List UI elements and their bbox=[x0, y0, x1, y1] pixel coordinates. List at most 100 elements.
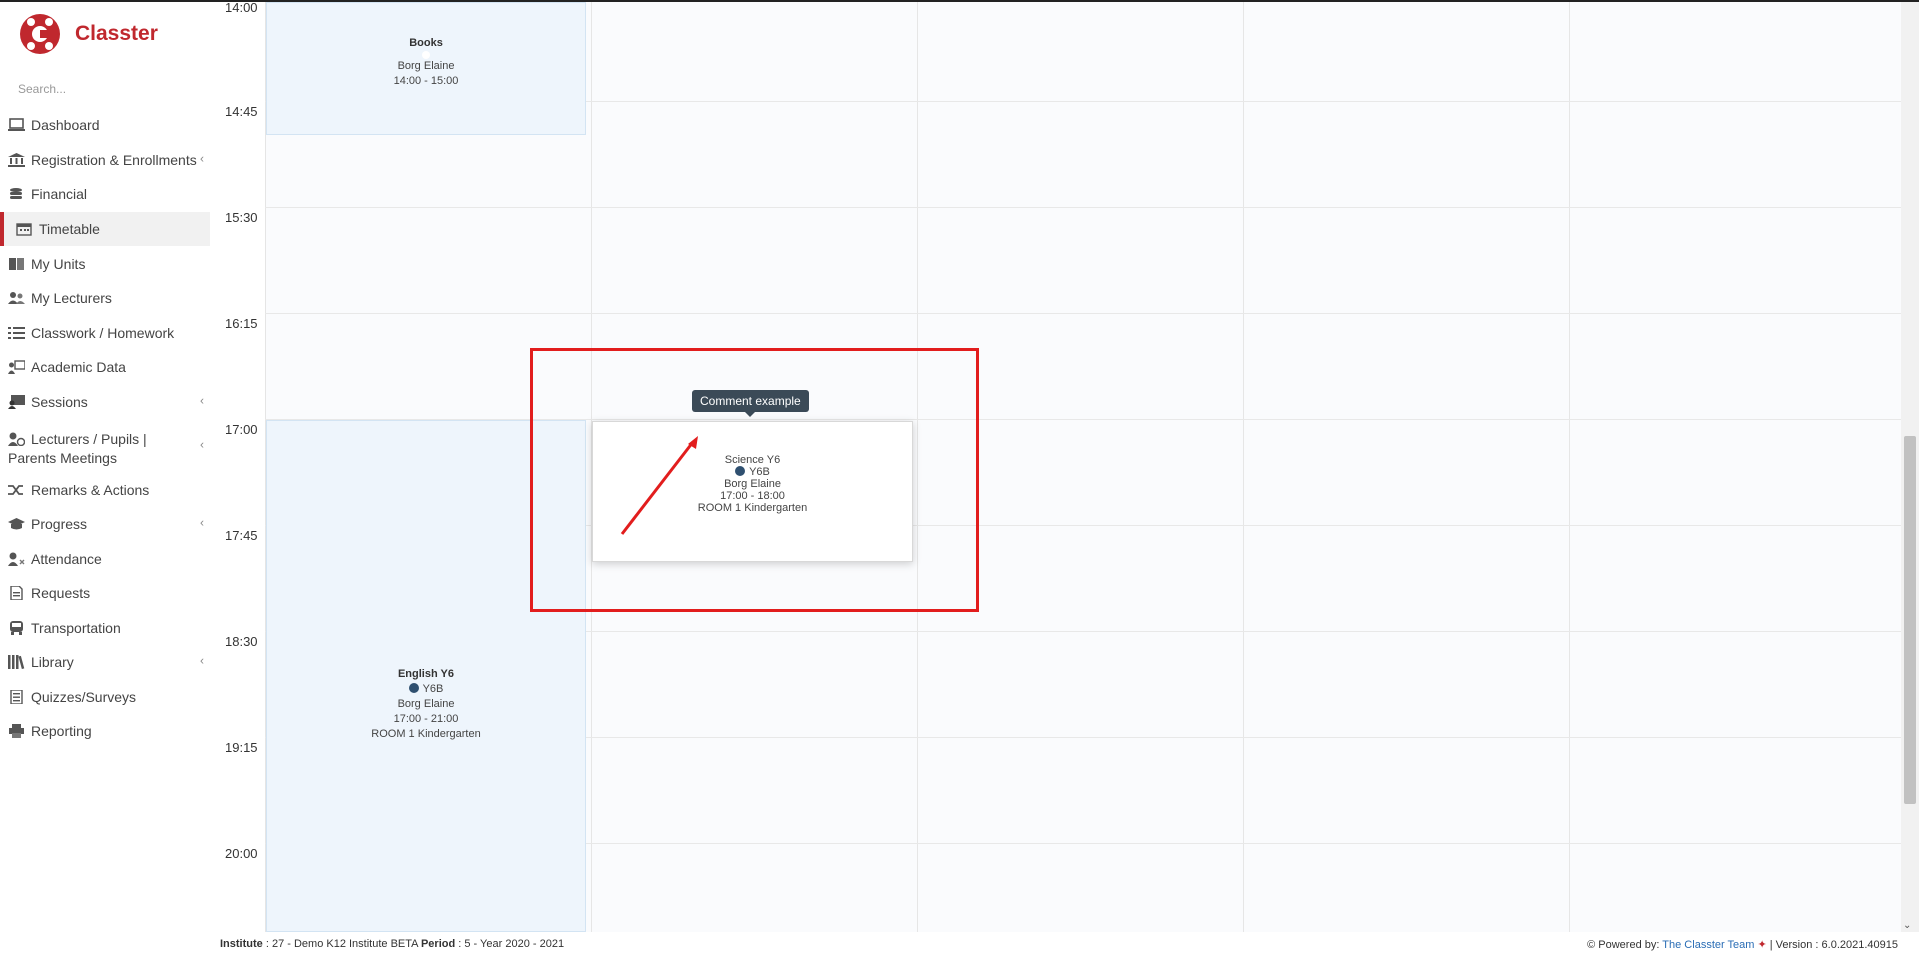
time-label: 16:15 bbox=[225, 316, 258, 331]
event-time: 17:00 - 21:00 bbox=[393, 713, 459, 725]
sidebar-item-my-lecturers[interactable]: My Lecturers bbox=[0, 281, 210, 315]
presentation-icon bbox=[8, 360, 25, 374]
sidebar-item-label: Financial bbox=[31, 186, 88, 202]
day-column[interactable] bbox=[1569, 2, 1901, 932]
chevron-left-icon: ‹ bbox=[200, 393, 204, 408]
powered-by: © Powered by: The Classter Team ✦ | Vers… bbox=[1587, 938, 1898, 951]
chevron-left-icon: ‹ bbox=[200, 653, 204, 668]
sidebar-item-label: Reporting bbox=[31, 723, 92, 739]
list-icon bbox=[10, 690, 23, 704]
sidebar-item-label: My Lecturers bbox=[31, 290, 112, 306]
time-label: 15:30 bbox=[225, 210, 258, 225]
sidebar-item-academic-data[interactable]: Academic Data bbox=[0, 350, 210, 384]
sidebar: Classter Dashboard Registration & Enroll… bbox=[0, 2, 211, 955]
time-label: 18:30 bbox=[225, 634, 258, 649]
brand-name[interactable]: Classter bbox=[75, 22, 158, 46]
sidebar-item-transportation[interactable]: Transportation bbox=[0, 611, 210, 645]
sidebar-item-label: My Units bbox=[31, 256, 86, 272]
team-link[interactable]: The Classter Team bbox=[1662, 939, 1754, 951]
classter-logo-icon[interactable] bbox=[18, 12, 62, 56]
sidebar-item-label: Remarks & Actions bbox=[31, 482, 150, 498]
day-column[interactable] bbox=[1243, 2, 1570, 932]
printer-icon bbox=[9, 724, 24, 738]
bus-icon bbox=[10, 621, 23, 635]
sidebar-item-label: Requests bbox=[31, 585, 91, 601]
chevron-left-icon: ‹ bbox=[200, 437, 204, 452]
sidebar-item-label: Lecturers / Pupils | Parents Meetings bbox=[8, 431, 147, 466]
time-label: 17:00 bbox=[225, 422, 258, 437]
institution-icon bbox=[8, 153, 25, 167]
sidebar-item-timetable[interactable]: Timetable bbox=[0, 212, 210, 246]
library-icon bbox=[8, 655, 25, 669]
file-icon bbox=[10, 586, 23, 600]
sidebar-item-label: Dashboard bbox=[31, 117, 100, 133]
sidebar-item-meetings[interactable]: Lecturers / Pupils | Parents Meetings ‹ bbox=[0, 420, 210, 466]
sidebar-item-library[interactable]: Library ‹ bbox=[0, 645, 210, 679]
calendar-icon bbox=[16, 223, 32, 236]
sidebar-item-label: Library bbox=[31, 654, 74, 670]
sidebar-item-label: Transportation bbox=[31, 620, 121, 636]
time-label: 17:45 bbox=[225, 528, 258, 543]
institute-value: : 27 - Demo K12 Institute BETA bbox=[265, 938, 418, 950]
class-dot-icon bbox=[408, 683, 419, 693]
version-text: | Version : 6.0.2021.40915 bbox=[1769, 939, 1898, 951]
sidebar-item-label: Attendance bbox=[31, 551, 102, 567]
sidebar-item-dashboard[interactable]: Dashboard bbox=[0, 108, 210, 142]
event-title: Books bbox=[409, 37, 443, 49]
user-times-icon bbox=[8, 552, 25, 566]
sidebar-item-requests[interactable]: Requests bbox=[0, 576, 210, 610]
random-icon bbox=[8, 485, 23, 495]
sidebar-item-attendance[interactable]: Attendance bbox=[0, 542, 210, 576]
event-lecturer: Borg Elaine bbox=[397, 60, 455, 72]
sidebar-item-label: Academic Data bbox=[31, 359, 126, 375]
institute-label: Institute bbox=[220, 938, 263, 950]
graduation-cap-icon bbox=[8, 518, 25, 530]
sidebar-item-progress[interactable]: Progress ‹ bbox=[0, 507, 210, 541]
chevron-left-icon: ‹ bbox=[200, 515, 204, 530]
time-label: 19:15 bbox=[225, 740, 258, 755]
sidebar-item-reporting[interactable]: Reporting bbox=[0, 714, 210, 748]
chevron-left-icon: ‹ bbox=[200, 151, 204, 166]
grid-line bbox=[265, 313, 1901, 314]
event-room: ROOM 1 Kindergarten bbox=[371, 728, 481, 740]
grid-line bbox=[265, 207, 1901, 208]
dot-icon bbox=[422, 51, 430, 59]
tasks-icon bbox=[8, 327, 25, 339]
search-input[interactable] bbox=[14, 78, 202, 100]
period-label: Period bbox=[420, 938, 456, 950]
footer: Institute : 27 - Demo K12 Institute BETA… bbox=[210, 932, 1919, 955]
sidebar-item-remarks[interactable]: Remarks & Actions bbox=[0, 473, 210, 507]
event-time: 14:00 - 15:00 bbox=[393, 75, 459, 87]
sidebar-item-my-units[interactable]: My Units bbox=[0, 247, 210, 281]
event-lecturer: Borg Elaine bbox=[397, 698, 455, 710]
laptop-icon bbox=[8, 118, 25, 131]
sidebar-item-label: Sessions bbox=[31, 394, 88, 410]
time-label: 14:45 bbox=[225, 104, 258, 119]
book-icon bbox=[9, 258, 24, 270]
sidebar-item-classwork[interactable]: Classwork / Homework bbox=[0, 316, 210, 350]
sidebar-item-label: Quizzes/Surveys bbox=[31, 689, 137, 705]
copyright-icon: © bbox=[1587, 939, 1596, 951]
sidebar-item-quizzes[interactable]: Quizzes/Surveys bbox=[0, 680, 210, 714]
chalkboard-icon bbox=[8, 395, 25, 409]
annotation-arrow-icon bbox=[620, 436, 698, 535]
powered-by-label: Powered by: bbox=[1598, 939, 1660, 951]
sidebar-item-label: Classwork / Homework bbox=[31, 325, 175, 341]
sidebar-item-sessions[interactable]: Sessions ‹ bbox=[0, 385, 210, 419]
timetable-calendar: 14:00 14:45 15:30 16:15 17:00 17:45 18:3… bbox=[210, 2, 1901, 932]
coins-icon bbox=[10, 188, 22, 199]
sidebar-item-label: Progress bbox=[31, 516, 88, 532]
event-title: English Y6 bbox=[397, 668, 455, 680]
sidebar-item-registration[interactable]: Registration & Enrollments ‹ bbox=[0, 143, 210, 177]
institute-info: Institute : 27 - Demo K12 Institute BETA… bbox=[220, 938, 564, 950]
scroll-down-icon[interactable]: ⌄ bbox=[1903, 920, 1911, 931]
classter-mini-icon: ✦ bbox=[1757, 939, 1767, 951]
time-axis: 14:00 14:45 15:30 16:15 17:00 17:45 18:3… bbox=[210, 2, 266, 932]
sidebar-item-label: Registration & Enrollments bbox=[31, 152, 197, 168]
annotation-highlight-box bbox=[530, 348, 979, 612]
event-books[interactable]: Books Borg Elaine 14:00 - 15:00 bbox=[266, 2, 586, 135]
event-class: Y6B bbox=[422, 683, 444, 695]
period-value: : 5 - Year 2020 - 2021 bbox=[458, 938, 565, 950]
sidebar-item-financial[interactable]: Financial bbox=[0, 177, 210, 211]
scrollbar-thumb[interactable] bbox=[1904, 436, 1916, 804]
